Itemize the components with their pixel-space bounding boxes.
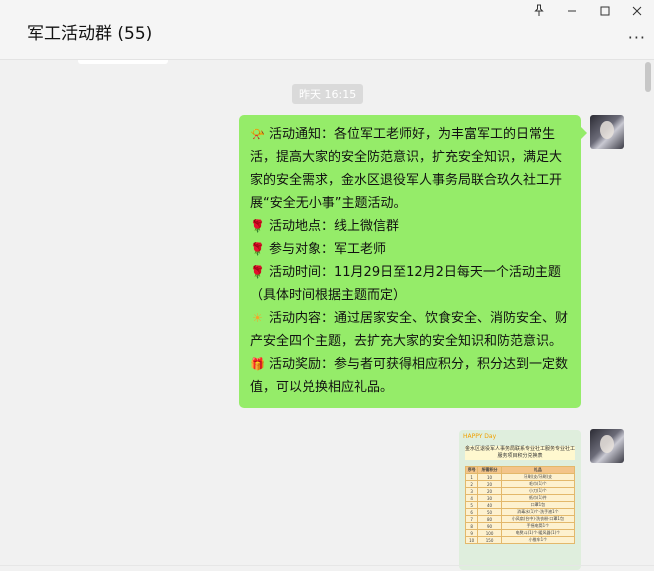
table-cell: 10	[477, 473, 502, 481]
table-header-cell: 礼品	[500, 466, 576, 474]
table-cell: 30	[477, 494, 502, 502]
table-cell: 2	[464, 480, 479, 488]
message-paragraph: 🌹 活动时间：11月29日至12月2日每天一个活动主题（具体时间根据主题而定）	[250, 261, 571, 307]
rose-icon: 🌹	[250, 265, 265, 279]
table-cell: 口罩1包	[500, 501, 576, 509]
message-text: 活动时间：11月29日至12月2日每天一个活动主题（具体时间根据主题而定）	[250, 265, 561, 303]
rose-icon: 🌹	[250, 219, 265, 233]
table-cell: 5	[464, 501, 479, 509]
message-paragraph: ☀ 活动内容：通过居家安全、饮食安全、消防安全、财产安全四个主题，去扩充大家的安全…	[250, 307, 571, 353]
table-row: 1 10 牙刷(支/牙刷)支	[464, 473, 576, 481]
input-divider	[0, 565, 654, 566]
chat-title: 军工活动群 (55)	[27, 24, 153, 44]
table-cell: 4	[464, 494, 479, 502]
message-list[interactable]: 昨天 16:15 📯 活动通知：各位军工老师好，为丰富军工的日常生活，提高大家的安…	[0, 60, 654, 571]
table-cell: 小风扇(台中)·洗衣粉·口罩1包	[500, 515, 576, 523]
table-row: 4 30 纸巾(1)件	[464, 494, 576, 502]
message-paragraph: 🌹 参与对象：军工老师	[250, 238, 571, 261]
table-cell: 90	[477, 522, 502, 530]
message-text: 活动奖励：参与者可获得相应积分，积分达到一定数值，可以兑换相应礼品。	[250, 357, 569, 395]
message-text: 活动通知：各位军工老师好，为丰富军工的日常生活，提高大家的安全防范意识，扩充安全…	[250, 127, 563, 211]
table-cell: 小刀(1)个	[500, 487, 576, 495]
avatar[interactable]	[590, 115, 624, 149]
rose-icon: 🌹	[250, 242, 265, 256]
message-timestamp: 昨天 16:15	[292, 84, 364, 104]
chat-header: 军工活动群 (55) ···	[0, 0, 654, 60]
table-cell: 50	[477, 508, 502, 516]
table-cell: 8	[464, 522, 479, 530]
table-row: 6 50 消毒水(1)个·洗手液1个	[464, 508, 576, 516]
close-icon[interactable]	[628, 4, 646, 20]
table-cell: 80	[477, 515, 502, 523]
points-table: 序号 所需积分 礼品 1 10 牙刷(支/牙刷)支 2 20 毛巾(1)个 3 20 小刀(1)个 4…	[464, 466, 576, 544]
image-banner: HAPPY Day	[463, 433, 497, 440]
table-cell: 消毒水(1)个·洗手液1个	[500, 508, 576, 516]
table-cell: 20	[477, 480, 502, 488]
table-cell: 6	[464, 508, 479, 516]
table-cell: 150	[477, 536, 502, 544]
table-cell: 毛巾(1)个	[500, 480, 576, 488]
table-row: 5 40 口罩1包	[464, 501, 576, 509]
message-paragraph: 🎁 活动奖励：参与者可获得相应积分，积分达到一定数值，可以兑换相应礼品。	[250, 353, 571, 399]
table-row: 8 90 手摇电筒1个	[464, 522, 576, 530]
table-cell: 3	[464, 487, 479, 495]
table-cell: 10	[464, 536, 479, 544]
table-header-cell: 序号	[464, 466, 479, 474]
table-cell: 40	[477, 501, 502, 509]
previous-message-edge	[78, 60, 168, 64]
message-paragraph: 🌹 活动地点：线上微信群	[250, 215, 571, 238]
more-options-icon[interactable]: ···	[628, 28, 646, 47]
message-text: 活动地点：线上微信群	[269, 219, 400, 234]
table-cell: 电熨斗(1)个·暖风器(1)个	[500, 529, 576, 537]
message-text: 参与对象：军工老师	[269, 242, 387, 257]
sun-icon: ☀	[252, 311, 263, 325]
table-row: 9 100 电熨斗(1)个·暖风器(1)个	[464, 529, 576, 537]
maximize-icon[interactable]	[596, 4, 614, 20]
table-row: 3 20 小刀(1)个	[464, 487, 576, 495]
table-cell: 纸巾(1)件	[500, 494, 576, 502]
avatar[interactable]	[590, 429, 624, 463]
table-cell: 手摇电筒1个	[500, 522, 576, 530]
table-header-cell: 所需积分	[477, 466, 502, 474]
scrollbar-thumb[interactable]	[645, 62, 651, 92]
table-cell: 7	[464, 515, 479, 523]
table-cell: 9	[464, 529, 479, 537]
table-row: 7 80 小风扇(台中)·洗衣粉·口罩1包	[464, 515, 576, 523]
trumpet-icon: 📯	[250, 127, 265, 141]
table-row: 2 20 毛巾(1)个	[464, 480, 576, 488]
image-message[interactable]: HAPPY Day 金水区退役军人事务局联系专业社工服务专业社工服务项目积分兑换…	[459, 430, 581, 570]
message-text: 活动内容：通过居家安全、饮食安全、消防安全、财产安全四个主题，去扩充大家的安全知…	[250, 311, 569, 349]
table-row: 10 150 小推车1个	[464, 536, 576, 544]
table-cell: 20	[477, 487, 502, 495]
table-cell: 1	[464, 473, 479, 481]
message-bubble[interactable]: 📯 活动通知：各位军工老师好，为丰富军工的日常生活，提高大家的安全防范意识，扩充安…	[239, 115, 587, 408]
message-paragraph: 📯 活动通知：各位军工老师好，为丰富军工的日常生活，提高大家的安全防范意识，扩充安…	[250, 123, 571, 215]
table-cell: 小推车1个	[500, 536, 576, 544]
pin-icon[interactable]	[530, 4, 548, 20]
minimize-icon[interactable]	[563, 4, 581, 20]
table-cell: 100	[477, 529, 502, 537]
image-heading: 金水区退役军人事务局联系专业社工服务专业社工服务项目积分兑换表	[465, 446, 576, 460]
gift-icon: 🎁	[250, 357, 265, 371]
table-cell: 牙刷(支/牙刷)支	[500, 473, 576, 481]
